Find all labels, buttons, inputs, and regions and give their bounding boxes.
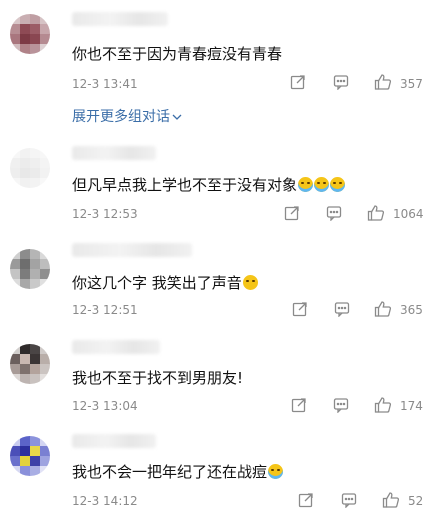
reply-icon[interactable] (341, 492, 357, 508)
expand-conversation-link[interactable]: 展开更多组对话 (72, 106, 182, 126)
username[interactable] (72, 243, 192, 257)
laughing-face-icon (242, 275, 258, 290)
reply-icon[interactable] (326, 205, 342, 221)
comment-time: 12-3 14:12 (72, 494, 138, 508)
share-icon[interactable] (292, 301, 308, 317)
avatar[interactable] (10, 14, 50, 54)
crying-face-icon (268, 464, 284, 479)
share-icon[interactable] (291, 397, 307, 413)
like-count: 174 (400, 399, 423, 413)
expand-link-label[interactable]: 展开更多组对话 (72, 109, 170, 125)
avatar[interactable] (10, 436, 50, 476)
thumbs-up-icon[interactable] (374, 396, 392, 414)
username[interactable] (72, 434, 156, 448)
reply-icon[interactable] (333, 397, 349, 413)
thumbs-up-icon[interactable] (382, 491, 400, 509)
like-count: 52 (408, 494, 424, 508)
loudly-crying-face-icon (330, 177, 346, 192)
like-count: 357 (400, 77, 423, 91)
thumbs-up-icon[interactable] (374, 300, 392, 318)
like-count: 1064 (393, 207, 424, 221)
avatar[interactable] (10, 344, 50, 384)
comment-text: 我也不会一把年纪了还在战痘 (72, 461, 284, 482)
comment-time: 12-3 12:51 (72, 303, 138, 317)
loudly-crying-face-icon (298, 177, 314, 192)
username[interactable] (72, 146, 156, 160)
comment-text: 你这几个字 我笑出了声音 (72, 272, 258, 293)
loudly-crying-face-icon (314, 177, 330, 192)
share-icon[interactable] (290, 74, 306, 90)
comment-time: 12-3 12:53 (72, 207, 138, 221)
chevron-down-icon (172, 109, 182, 125)
username[interactable] (72, 340, 160, 354)
like-count: 365 (400, 303, 423, 317)
reply-icon[interactable] (334, 301, 350, 317)
thumbs-up-icon[interactable] (367, 204, 385, 222)
comment-time: 12-3 13:41 (72, 77, 138, 91)
comment-time: 12-3 13:04 (72, 399, 138, 413)
comment-text: 但凡早点我上学也不至于没有对象 (72, 174, 346, 195)
share-icon[interactable] (298, 492, 314, 508)
share-icon[interactable] (284, 205, 300, 221)
comment-text: 你也不至于因为青春痘没有青春 (72, 45, 283, 63)
comment-text: 我也不至于找不到男朋友! (72, 369, 244, 387)
thumbs-up-icon[interactable] (374, 73, 392, 91)
username[interactable] (72, 12, 168, 26)
avatar[interactable] (10, 148, 50, 188)
avatar[interactable] (10, 249, 50, 289)
reply-icon[interactable] (333, 74, 349, 90)
